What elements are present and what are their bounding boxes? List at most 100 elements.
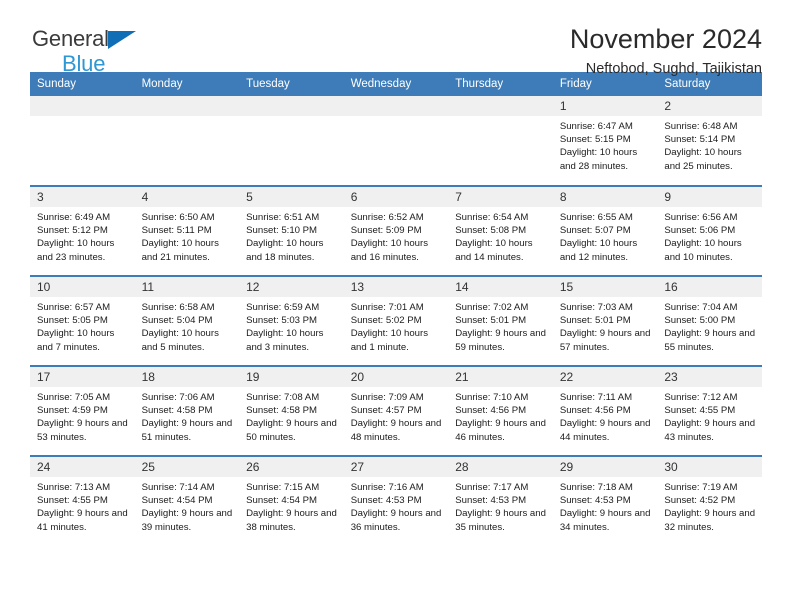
- daylight-text: Daylight: 10 hours and 12 minutes.: [559, 238, 638, 263]
- sunset-text: Sunset: 4:55 PM: [664, 405, 736, 417]
- sunrise-text: Sunrise: 7:12 AM: [664, 392, 738, 403]
- day-cell[interactable]: 21 Sunrise: 7:10 AM Sunset: 4:56 PM Dayl…: [448, 365, 553, 456]
- day-cell[interactable]: 2 Sunrise: 6:48 AM Sunset: 5:14 PM Dayli…: [657, 96, 762, 186]
- day-details: Sunrise: 7:06 AM Sunset: 4:58 PM Dayligh…: [135, 387, 240, 444]
- general-blue-logo[interactable]: General Blue: [32, 28, 162, 76]
- sunset-text: Sunset: 4:53 PM: [455, 495, 527, 507]
- day-cell[interactable]: 9 Sunrise: 6:56 AM Sunset: 5:06 PM Dayli…: [657, 185, 762, 276]
- day-cell[interactable]: 24 Sunrise: 7:13 AM Sunset: 4:55 PM Dayl…: [30, 455, 135, 546]
- day-number: 13: [343, 277, 449, 297]
- sunset-text: Sunset: 5:10 PM: [246, 225, 318, 237]
- day-cell[interactable]: 12 Sunrise: 6:59 AM Sunset: 5:03 PM Dayl…: [239, 275, 344, 366]
- daylight-text: Daylight: 9 hours and 48 minutes.: [350, 418, 442, 443]
- day-cell[interactable]: 16 Sunrise: 7:04 AM Sunset: 5:00 PM Dayl…: [657, 275, 762, 366]
- day-cell[interactable]: 20 Sunrise: 7:09 AM Sunset: 4:57 PM Dayl…: [343, 365, 449, 456]
- sunset-text: Sunset: 5:09 PM: [350, 225, 422, 237]
- day-cell[interactable]: 18 Sunrise: 7:06 AM Sunset: 4:58 PM Dayl…: [134, 365, 240, 456]
- day-cell[interactable]: 27 Sunrise: 7:16 AM Sunset: 4:53 PM Dayl…: [343, 455, 449, 546]
- sunrise-text: Sunrise: 6:56 AM: [664, 212, 738, 223]
- calendar-week-row: 24 Sunrise: 7:13 AM Sunset: 4:55 PM Dayl…: [30, 455, 762, 546]
- day-cell[interactable]: 19 Sunrise: 7:08 AM Sunset: 4:58 PM Dayl…: [239, 365, 344, 456]
- daylight-text: Daylight: 9 hours and 39 minutes.: [141, 508, 233, 533]
- day-cell[interactable]: 29 Sunrise: 7:18 AM Sunset: 4:53 PM Dayl…: [552, 455, 658, 546]
- calendar-week-row: 3 Sunrise: 6:49 AM Sunset: 5:12 PM Dayli…: [30, 185, 762, 276]
- sunrise-text: Sunrise: 6:51 AM: [246, 212, 320, 223]
- day-cell[interactable]: 4 Sunrise: 6:50 AM Sunset: 5:11 PM Dayli…: [134, 185, 240, 276]
- day-number: 10: [30, 277, 135, 297]
- sunset-text: Sunset: 5:06 PM: [664, 225, 736, 237]
- day-number: 21: [448, 367, 553, 387]
- daylight-text: Daylight: 9 hours and 51 minutes.: [141, 418, 233, 443]
- day-cell[interactable]: 5 Sunrise: 6:51 AM Sunset: 5:10 PM Dayli…: [239, 185, 344, 276]
- day-cell[interactable]: 7 Sunrise: 6:54 AM Sunset: 5:08 PM Dayli…: [448, 185, 553, 276]
- day-number: 28: [448, 457, 553, 477]
- daylight-text: Daylight: 10 hours and 21 minutes.: [141, 238, 219, 263]
- day-cell[interactable]: 17 Sunrise: 7:05 AM Sunset: 4:59 PM Dayl…: [30, 365, 135, 456]
- day-number: [343, 96, 449, 116]
- day-cell[interactable]: 8 Sunrise: 6:55 AM Sunset: 5:07 PM Dayli…: [552, 185, 658, 276]
- daylight-text: Daylight: 10 hours and 10 minutes.: [664, 238, 742, 263]
- sunrise-text: Sunrise: 7:14 AM: [141, 482, 215, 493]
- day-cell[interactable]: 13 Sunrise: 7:01 AM Sunset: 5:02 PM Dayl…: [343, 275, 449, 366]
- day-cell[interactable]: 6 Sunrise: 6:52 AM Sunset: 5:09 PM Dayli…: [343, 185, 449, 276]
- day-cell: [343, 96, 449, 186]
- daylight-text: Daylight: 9 hours and 35 minutes.: [455, 508, 546, 533]
- sunset-text: Sunset: 4:58 PM: [141, 405, 213, 417]
- sunrise-text: Sunrise: 7:04 AM: [664, 302, 738, 313]
- sunset-text: Sunset: 5:04 PM: [141, 315, 213, 327]
- day-details: Sunrise: 7:02 AM Sunset: 5:01 PM Dayligh…: [448, 297, 553, 354]
- day-number: 12: [239, 277, 344, 297]
- sunset-text: Sunset: 5:03 PM: [246, 315, 318, 327]
- day-details: Sunrise: 7:01 AM Sunset: 5:02 PM Dayligh…: [344, 297, 449, 354]
- day-number: 6: [343, 187, 449, 207]
- day-details: Sunrise: 7:17 AM Sunset: 4:53 PM Dayligh…: [448, 477, 553, 534]
- daylight-text: Daylight: 9 hours and 32 minutes.: [664, 508, 756, 533]
- sunrise-text: Sunrise: 6:52 AM: [350, 212, 424, 223]
- sunrise-text: Sunrise: 7:06 AM: [141, 392, 215, 403]
- title-block: November 2024 Neftobod, Sughd, Tajikista…: [570, 22, 762, 80]
- sunrise-text: Sunrise: 7:18 AM: [559, 482, 633, 493]
- sunrise-text: Sunrise: 7:16 AM: [350, 482, 424, 493]
- day-cell: [448, 96, 553, 186]
- day-number: 30: [657, 457, 762, 477]
- sunrise-text: Sunrise: 7:09 AM: [350, 392, 424, 403]
- day-cell[interactable]: 22 Sunrise: 7:11 AM Sunset: 4:56 PM Dayl…: [552, 365, 658, 456]
- day-cell: [239, 96, 344, 186]
- daylight-text: Daylight: 9 hours and 50 minutes.: [246, 418, 337, 443]
- day-cell[interactable]: 14 Sunrise: 7:02 AM Sunset: 5:01 PM Dayl…: [448, 275, 553, 366]
- day-cell[interactable]: 30 Sunrise: 7:19 AM Sunset: 4:52 PM Dayl…: [657, 455, 762, 546]
- sunset-text: Sunset: 4:56 PM: [455, 405, 527, 417]
- sunset-text: Sunset: 5:11 PM: [141, 225, 212, 237]
- day-cell[interactable]: 11 Sunrise: 6:58 AM Sunset: 5:04 PM Dayl…: [134, 275, 240, 366]
- day-number: 4: [134, 187, 240, 207]
- day-details: Sunrise: 6:56 AM Sunset: 5:06 PM Dayligh…: [657, 207, 762, 264]
- day-cell[interactable]: 26 Sunrise: 7:15 AM Sunset: 4:54 PM Dayl…: [239, 455, 344, 546]
- day-number: 27: [343, 457, 449, 477]
- day-cell[interactable]: 25 Sunrise: 7:14 AM Sunset: 4:54 PM Dayl…: [134, 455, 240, 546]
- day-cell[interactable]: 28 Sunrise: 7:17 AM Sunset: 4:53 PM Dayl…: [448, 455, 553, 546]
- day-number: 25: [134, 457, 240, 477]
- sunset-text: Sunset: 4:54 PM: [246, 495, 318, 507]
- day-number: 18: [134, 367, 240, 387]
- day-cell[interactable]: 3 Sunrise: 6:49 AM Sunset: 5:12 PM Dayli…: [30, 185, 135, 276]
- day-cell[interactable]: 23 Sunrise: 7:12 AM Sunset: 4:55 PM Dayl…: [657, 365, 762, 456]
- sunrise-text: Sunrise: 6:55 AM: [559, 212, 633, 223]
- day-number: 8: [552, 187, 658, 207]
- day-cell[interactable]: 1 Sunrise: 6:47 AM Sunset: 5:15 PM Dayli…: [552, 96, 658, 186]
- sunrise-text: Sunrise: 7:13 AM: [37, 482, 111, 493]
- sunset-text: Sunset: 5:15 PM: [559, 134, 631, 146]
- sunset-text: Sunset: 5:01 PM: [455, 315, 527, 327]
- logo-triangle-icon: [108, 31, 136, 49]
- sunrise-text: Sunrise: 6:59 AM: [246, 302, 320, 313]
- logo-text-general: General: [32, 26, 109, 51]
- day-details: Sunrise: 7:10 AM Sunset: 4:56 PM Dayligh…: [448, 387, 553, 444]
- weekday-header-wednesday: Wednesday: [343, 72, 449, 96]
- day-cell[interactable]: 10 Sunrise: 6:57 AM Sunset: 5:05 PM Dayl…: [30, 275, 135, 366]
- day-details: Sunrise: 6:47 AM Sunset: 5:15 PM Dayligh…: [553, 116, 658, 173]
- day-cell[interactable]: 15 Sunrise: 7:03 AM Sunset: 5:01 PM Dayl…: [552, 275, 658, 366]
- day-details: Sunrise: 6:57 AM Sunset: 5:05 PM Dayligh…: [30, 297, 135, 354]
- sunrise-text: Sunrise: 7:05 AM: [37, 392, 111, 403]
- day-number: 16: [657, 277, 762, 297]
- logo-text-blue: Blue: [62, 51, 106, 76]
- day-details: Sunrise: 6:51 AM Sunset: 5:10 PM Dayligh…: [239, 207, 344, 264]
